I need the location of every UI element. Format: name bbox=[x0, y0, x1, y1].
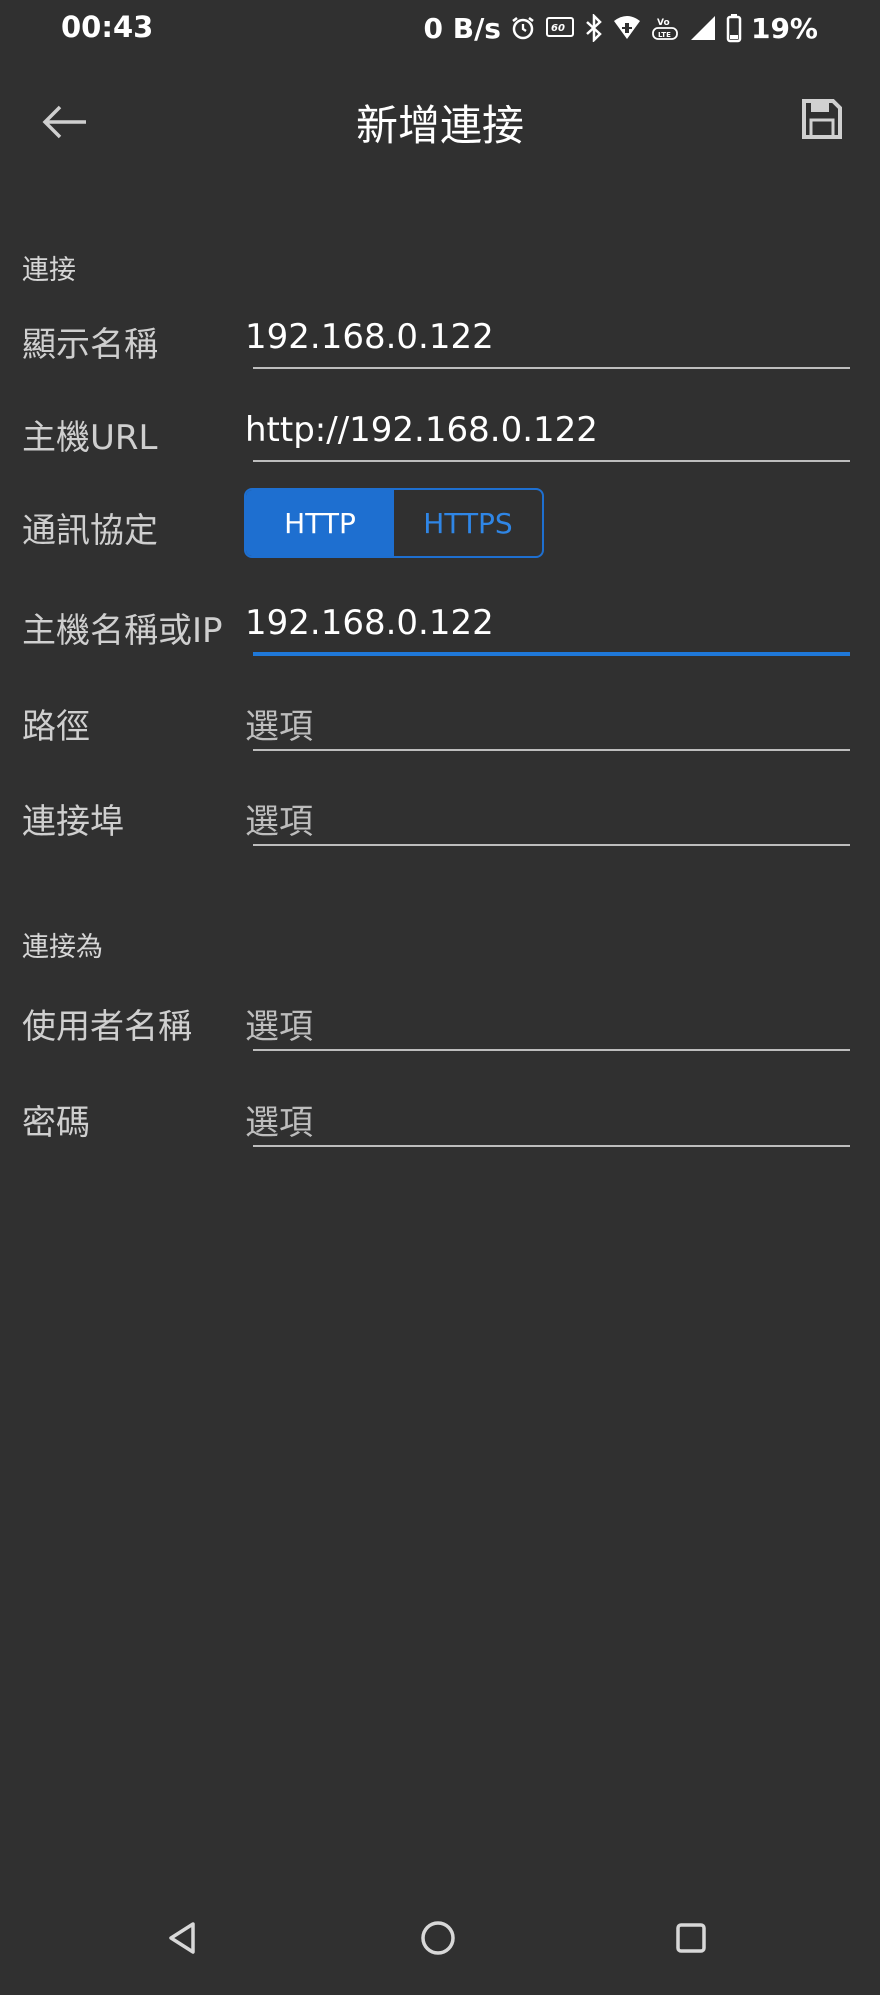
alarm-icon bbox=[510, 15, 536, 41]
app-bar: 新增連接 bbox=[0, 58, 880, 176]
protocol-toggle[interactable]: HTTP HTTPS bbox=[244, 488, 544, 558]
status-bar: 00:43 0 B/s 60 Vo LTE 19% bbox=[0, 0, 880, 58]
host-url-underline bbox=[253, 460, 850, 462]
host-label: 主機名稱或IP bbox=[22, 611, 223, 651]
password-input[interactable]: 選項 bbox=[245, 1083, 850, 1147]
host-url-row: 主機URL http://192.168.0.122 bbox=[0, 398, 880, 478]
path-placeholder: 選項 bbox=[245, 707, 313, 747]
home-circle-icon bbox=[419, 1919, 457, 1961]
protocol-row: 通訊協定 HTTP HTTPS bbox=[0, 488, 880, 568]
floppy-disk-icon bbox=[801, 98, 843, 144]
page-title: 新增連接 bbox=[355, 101, 524, 150]
net-speed: 0 B/s bbox=[423, 11, 501, 45]
protocol-label: 通訊協定 bbox=[22, 511, 158, 551]
path-row: 路徑 選項 bbox=[0, 687, 880, 767]
host-url-label: 主機URL bbox=[22, 418, 158, 458]
username-label: 使用者名稱 bbox=[22, 1007, 192, 1047]
path-input[interactable]: 選項 bbox=[245, 687, 850, 751]
wifi-icon bbox=[613, 15, 641, 41]
password-label: 密碼 bbox=[22, 1103, 90, 1143]
display-name-label: 顯示名稱 bbox=[22, 325, 158, 365]
host-input[interactable]: 192.168.0.122 bbox=[245, 591, 850, 656]
nav-back-button[interactable] bbox=[153, 1910, 213, 1970]
svg-text:LTE: LTE bbox=[658, 31, 671, 39]
port-input[interactable]: 選項 bbox=[245, 782, 850, 846]
port-placeholder: 選項 bbox=[245, 802, 313, 842]
host-value: 192.168.0.122 bbox=[245, 603, 494, 643]
protocol-https-option[interactable]: HTTPS bbox=[394, 490, 542, 556]
port-row: 連接埠 選項 bbox=[0, 782, 880, 862]
save-button[interactable] bbox=[788, 87, 856, 155]
password-placeholder: 選項 bbox=[245, 1103, 313, 1143]
username-input[interactable]: 選項 bbox=[245, 987, 850, 1051]
host-row: 主機名稱或IP 192.168.0.122 bbox=[0, 591, 880, 671]
nav-recents-button[interactable] bbox=[661, 1910, 721, 1970]
username-underline bbox=[253, 1049, 850, 1051]
host-url-value: http://192.168.0.122 bbox=[245, 410, 598, 450]
battery-percent: 19% bbox=[750, 11, 818, 45]
section-connection: 連接 bbox=[22, 255, 76, 286]
battery-icon bbox=[726, 13, 742, 43]
cell-signal-icon bbox=[689, 14, 717, 42]
port-label: 連接埠 bbox=[22, 802, 124, 842]
display-name-input[interactable]: 192.168.0.122 bbox=[245, 305, 850, 369]
system-nav-bar bbox=[0, 1890, 880, 1995]
display-name-row: 顯示名稱 192.168.0.122 bbox=[0, 305, 880, 385]
svg-text:60: 60 bbox=[551, 23, 565, 34]
password-underline bbox=[253, 1145, 850, 1147]
protocol-http-option[interactable]: HTTP bbox=[246, 490, 394, 556]
recents-square-icon bbox=[674, 1921, 708, 1959]
password-row: 密碼 選項 bbox=[0, 1083, 880, 1163]
path-underline bbox=[253, 749, 850, 751]
refresh-rate-60hz-icon: 60 bbox=[545, 15, 575, 41]
status-icons: 0 B/s 60 Vo LTE 19% bbox=[424, 9, 819, 47]
status-time: 00:43 bbox=[61, 10, 154, 44]
host-url-input[interactable]: http://192.168.0.122 bbox=[245, 398, 850, 462]
display-name-value: 192.168.0.122 bbox=[245, 317, 494, 357]
host-underline-focused bbox=[253, 652, 850, 656]
port-underline bbox=[253, 844, 850, 846]
bluetooth-icon bbox=[584, 14, 604, 42]
svg-text:Vo: Vo bbox=[657, 18, 670, 28]
path-label: 路徑 bbox=[22, 707, 90, 747]
username-placeholder: 選項 bbox=[245, 1007, 313, 1047]
username-row: 使用者名稱 選項 bbox=[0, 987, 880, 1067]
section-connect-as: 連接為 bbox=[22, 932, 103, 963]
back-triangle-icon bbox=[165, 1920, 201, 1960]
nav-home-button[interactable] bbox=[408, 1910, 468, 1970]
display-name-underline bbox=[253, 367, 850, 369]
volte-icon: Vo LTE bbox=[650, 13, 680, 43]
